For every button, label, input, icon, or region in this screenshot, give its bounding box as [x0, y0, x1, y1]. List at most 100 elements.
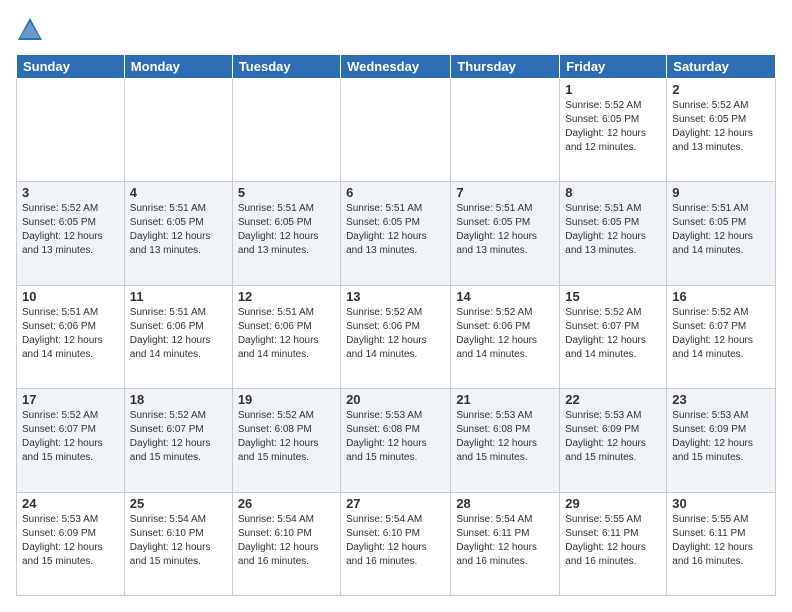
empty-cell [17, 79, 125, 182]
day-info: Sunrise: 5:55 AM Sunset: 6:11 PM Dayligh… [565, 513, 661, 569]
calendar-day-21: 21 Sunrise: 5:53 AM Sunset: 6:08 PM Dayli… [451, 389, 560, 492]
calendar-day-17: 17 Sunrise: 5:52 AM Sunset: 6:07 PM Dayli… [17, 389, 125, 492]
empty-cell [451, 79, 560, 182]
day-info: Sunrise: 5:52 AM Sunset: 6:05 PM Dayligh… [565, 99, 661, 155]
day-number: 24 [22, 496, 119, 511]
calendar-day-22: 22 Sunrise: 5:53 AM Sunset: 6:09 PM Dayli… [560, 389, 667, 492]
calendar-day-2: 2Sunrise: 5:52 AM Sunset: 6:05 PM Daylig… [667, 79, 776, 182]
day-number: 5 [238, 185, 335, 200]
calendar-day-19: 19 Sunrise: 5:52 AM Sunset: 6:08 PM Dayli… [232, 389, 340, 492]
empty-cell [341, 79, 451, 182]
calendar-day-16: 16 Sunrise: 5:52 AM Sunset: 6:07 PM Dayli… [667, 285, 776, 388]
day-number: 17 [22, 392, 119, 407]
calendar-day-3: 3 Sunrise: 5:52 AM Sunset: 6:05 PM Daylig… [17, 182, 125, 285]
day-info: Sunrise: 5:54 AM Sunset: 6:11 PM Dayligh… [456, 513, 554, 569]
day-number: 16 [672, 289, 770, 304]
day-of-week-thursday: Thursday [451, 55, 560, 79]
day-info: Sunrise: 5:51 AM Sunset: 6:06 PM Dayligh… [22, 306, 119, 362]
day-number: 14 [456, 289, 554, 304]
page: SundayMondayTuesdayWednesdayThursdayFrid… [0, 0, 792, 612]
day-number: 25 [130, 496, 227, 511]
day-info: Sunrise: 5:51 AM Sunset: 6:05 PM Dayligh… [238, 202, 335, 258]
day-info: Sunrise: 5:52 AM Sunset: 6:05 PM Dayligh… [22, 202, 119, 258]
calendar-week-row: 17 Sunrise: 5:52 AM Sunset: 6:07 PM Dayli… [17, 389, 776, 492]
day-info: Sunrise: 5:54 AM Sunset: 6:10 PM Dayligh… [346, 513, 445, 569]
day-info: Sunrise: 5:52 AM Sunset: 6:08 PM Dayligh… [238, 409, 335, 465]
day-number: 30 [672, 496, 770, 511]
calendar-week-row: 10 Sunrise: 5:51 AM Sunset: 6:06 PM Dayli… [17, 285, 776, 388]
day-number: 7 [456, 185, 554, 200]
day-of-week-saturday: Saturday [667, 55, 776, 79]
day-number: 3 [22, 185, 119, 200]
calendar-day-7: 7Sunrise: 5:51 AM Sunset: 6:05 PM Daylig… [451, 182, 560, 285]
calendar-day-6: 6 Sunrise: 5:51 AM Sunset: 6:05 PM Daylig… [341, 182, 451, 285]
day-info: Sunrise: 5:52 AM Sunset: 6:06 PM Dayligh… [346, 306, 445, 362]
day-of-week-wednesday: Wednesday [341, 55, 451, 79]
day-number: 28 [456, 496, 554, 511]
calendar-day-28: 28 Sunrise: 5:54 AM Sunset: 6:11 PM Dayli… [451, 492, 560, 595]
calendar-day-4: 4 Sunrise: 5:51 AM Sunset: 6:05 PM Daylig… [124, 182, 232, 285]
day-info: Sunrise: 5:53 AM Sunset: 6:09 PM Dayligh… [672, 409, 770, 465]
day-number: 10 [22, 289, 119, 304]
day-of-week-friday: Friday [560, 55, 667, 79]
day-info: Sunrise: 5:51 AM Sunset: 6:06 PM Dayligh… [130, 306, 227, 362]
empty-cell [124, 79, 232, 182]
day-info: Sunrise: 5:51 AM Sunset: 6:06 PM Dayligh… [238, 306, 335, 362]
calendar-day-24: 24Sunrise: 5:53 AM Sunset: 6:09 PM Dayli… [17, 492, 125, 595]
day-number: 1 [565, 82, 661, 97]
day-number: 19 [238, 392, 335, 407]
calendar-header-row: SundayMondayTuesdayWednesdayThursdayFrid… [17, 55, 776, 79]
day-info: Sunrise: 5:51 AM Sunset: 6:05 PM Dayligh… [565, 202, 661, 258]
day-number: 20 [346, 392, 445, 407]
calendar-day-18: 18Sunrise: 5:52 AM Sunset: 6:07 PM Dayli… [124, 389, 232, 492]
calendar-day-5: 5 Sunrise: 5:51 AM Sunset: 6:05 PM Daylig… [232, 182, 340, 285]
calendar-table: SundayMondayTuesdayWednesdayThursdayFrid… [16, 54, 776, 596]
day-info: Sunrise: 5:51 AM Sunset: 6:05 PM Dayligh… [130, 202, 227, 258]
day-info: Sunrise: 5:52 AM Sunset: 6:07 PM Dayligh… [672, 306, 770, 362]
day-of-week-monday: Monday [124, 55, 232, 79]
day-info: Sunrise: 5:55 AM Sunset: 6:11 PM Dayligh… [672, 513, 770, 569]
day-number: 6 [346, 185, 445, 200]
calendar-day-14: 14 Sunrise: 5:52 AM Sunset: 6:06 PM Dayli… [451, 285, 560, 388]
calendar-week-row: 24Sunrise: 5:53 AM Sunset: 6:09 PM Dayli… [17, 492, 776, 595]
day-info: Sunrise: 5:52 AM Sunset: 6:07 PM Dayligh… [22, 409, 119, 465]
day-number: 18 [130, 392, 227, 407]
day-number: 11 [130, 289, 227, 304]
calendar-week-row: 3 Sunrise: 5:52 AM Sunset: 6:05 PM Daylig… [17, 182, 776, 285]
calendar-day-8: 8 Sunrise: 5:51 AM Sunset: 6:05 PM Daylig… [560, 182, 667, 285]
day-info: Sunrise: 5:53 AM Sunset: 6:08 PM Dayligh… [456, 409, 554, 465]
day-number: 22 [565, 392, 661, 407]
calendar-day-12: 12 Sunrise: 5:51 AM Sunset: 6:06 PM Dayli… [232, 285, 340, 388]
day-info: Sunrise: 5:52 AM Sunset: 6:07 PM Dayligh… [565, 306, 661, 362]
day-info: Sunrise: 5:51 AM Sunset: 6:05 PM Dayligh… [346, 202, 445, 258]
day-number: 27 [346, 496, 445, 511]
calendar-week-row: 1 Sunrise: 5:52 AM Sunset: 6:05 PM Daylig… [17, 79, 776, 182]
day-number: 26 [238, 496, 335, 511]
calendar-day-13: 13 Sunrise: 5:52 AM Sunset: 6:06 PM Dayli… [341, 285, 451, 388]
day-info: Sunrise: 5:51 AM Sunset: 6:05 PM Dayligh… [672, 202, 770, 258]
day-of-week-tuesday: Tuesday [232, 55, 340, 79]
day-number: 13 [346, 289, 445, 304]
day-number: 4 [130, 185, 227, 200]
day-number: 8 [565, 185, 661, 200]
day-of-week-sunday: Sunday [17, 55, 125, 79]
day-info: Sunrise: 5:53 AM Sunset: 6:08 PM Dayligh… [346, 409, 445, 465]
day-number: 9 [672, 185, 770, 200]
day-number: 15 [565, 289, 661, 304]
day-number: 23 [672, 392, 770, 407]
calendar-day-27: 27 Sunrise: 5:54 AM Sunset: 6:10 PM Dayli… [341, 492, 451, 595]
calendar-day-29: 29 Sunrise: 5:55 AM Sunset: 6:11 PM Dayli… [560, 492, 667, 595]
calendar-day-15: 15 Sunrise: 5:52 AM Sunset: 6:07 PM Dayli… [560, 285, 667, 388]
day-info: Sunrise: 5:54 AM Sunset: 6:10 PM Dayligh… [238, 513, 335, 569]
day-number: 12 [238, 289, 335, 304]
calendar-day-26: 26 Sunrise: 5:54 AM Sunset: 6:10 PM Dayli… [232, 492, 340, 595]
day-info: Sunrise: 5:52 AM Sunset: 6:06 PM Dayligh… [456, 306, 554, 362]
calendar-day-30: 30 Sunrise: 5:55 AM Sunset: 6:11 PM Dayli… [667, 492, 776, 595]
calendar-day-23: 23 Sunrise: 5:53 AM Sunset: 6:09 PM Dayli… [667, 389, 776, 492]
day-number: 29 [565, 496, 661, 511]
day-info: Sunrise: 5:52 AM Sunset: 6:05 PM Dayligh… [672, 99, 770, 155]
day-info: Sunrise: 5:54 AM Sunset: 6:10 PM Dayligh… [130, 513, 227, 569]
calendar-day-11: 11 Sunrise: 5:51 AM Sunset: 6:06 PM Dayli… [124, 285, 232, 388]
day-info: Sunrise: 5:53 AM Sunset: 6:09 PM Dayligh… [565, 409, 661, 465]
day-number: 21 [456, 392, 554, 407]
